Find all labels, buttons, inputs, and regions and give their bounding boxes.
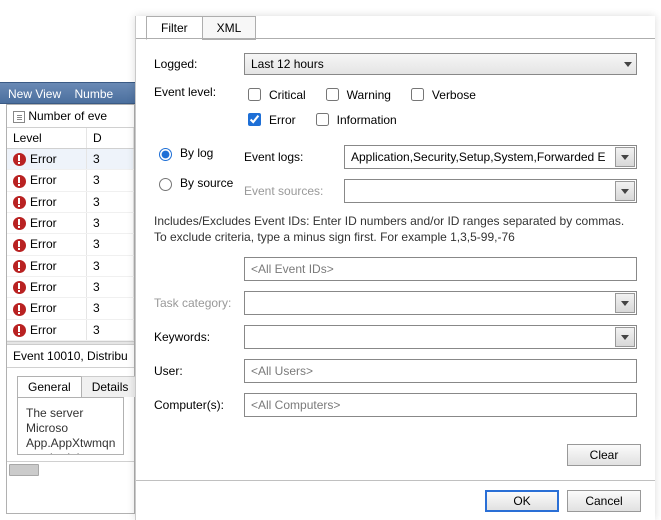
- col-level[interactable]: Level: [7, 128, 87, 148]
- computers-label: Computer(s):: [154, 398, 244, 412]
- tab-general[interactable]: General: [17, 376, 82, 397]
- grid-header: Level D: [7, 128, 134, 149]
- error-icon: [13, 303, 26, 316]
- tab-xml[interactable]: XML: [202, 16, 257, 40]
- user-input[interactable]: [244, 359, 637, 383]
- chevron-down-icon[interactable]: [615, 327, 635, 347]
- error-icon: [13, 281, 26, 294]
- error-icon: [13, 239, 26, 252]
- filter-bar: Number of eve: [7, 105, 134, 128]
- event-list-pane: Number of eve Level D Error3 Error3 Erro…: [6, 104, 135, 514]
- computers-input[interactable]: [244, 393, 637, 417]
- logged-combo[interactable]: Last 12 hours: [244, 53, 637, 75]
- grid-body: Error3 Error3 Error3 Error3 Error3 Error…: [7, 149, 134, 341]
- event-logs-label: Event logs:: [244, 150, 334, 164]
- logged-label: Logged:: [154, 57, 244, 71]
- col-d[interactable]: D: [87, 128, 134, 148]
- radio-by-source[interactable]: By source: [154, 175, 244, 191]
- chk-verbose[interactable]: Verbose: [407, 85, 476, 104]
- chk-critical[interactable]: Critical: [244, 85, 306, 104]
- error-icon: [13, 324, 26, 337]
- event-sources-combo[interactable]: [344, 179, 637, 203]
- keywords-combo[interactable]: [244, 325, 637, 349]
- clear-button[interactable]: Clear: [567, 444, 641, 466]
- help-text: Includes/Excludes Event IDs: Enter ID nu…: [154, 213, 637, 245]
- event-logs-combo[interactable]: Application,Security,Setup,System,Forwar…: [344, 145, 637, 169]
- keywords-label: Keywords:: [154, 330, 244, 344]
- chk-information[interactable]: Information: [312, 110, 397, 129]
- filter-text: Number of eve: [28, 109, 107, 123]
- detail-tabs: General Details: [7, 368, 134, 397]
- dialog-tabs: Filter XML: [146, 16, 255, 40]
- tab-filter[interactable]: Filter: [146, 16, 203, 40]
- table-row[interactable]: Error3: [7, 170, 134, 191]
- chk-error[interactable]: Error: [244, 110, 296, 129]
- chevron-down-icon[interactable]: [615, 181, 635, 201]
- h-scrollbar[interactable]: [7, 461, 134, 478]
- chevron-down-icon[interactable]: [615, 147, 635, 167]
- detail-header: Event 10010, Distribu: [7, 345, 134, 368]
- table-row[interactable]: Error3: [7, 149, 134, 170]
- error-icon: [13, 196, 26, 209]
- table-row[interactable]: Error3: [7, 234, 134, 255]
- ok-button[interactable]: OK: [485, 490, 559, 512]
- table-row[interactable]: Error3: [7, 277, 134, 298]
- table-row[interactable]: Error3: [7, 256, 134, 277]
- tab-details[interactable]: Details: [81, 376, 140, 397]
- scroll-thumb[interactable]: [9, 464, 39, 476]
- filter-panel: Logged: Last 12 hours Event level: Criti…: [136, 38, 655, 476]
- new-view-link[interactable]: New View: [8, 83, 61, 105]
- viewer-toolbar: New View Numbe: [0, 82, 135, 104]
- error-icon: [13, 217, 26, 230]
- chk-warning[interactable]: Warning: [322, 85, 391, 104]
- filter-icon: [13, 111, 25, 123]
- dialog-footer: OK Cancel: [136, 480, 655, 520]
- chevron-down-icon: [624, 62, 632, 67]
- error-icon: [13, 175, 26, 188]
- table-row[interactable]: Error3: [7, 213, 134, 234]
- user-label: User:: [154, 364, 244, 378]
- chevron-down-icon[interactable]: [615, 293, 635, 313]
- task-category-combo[interactable]: [244, 291, 637, 315]
- radio-by-log[interactable]: By log: [154, 145, 244, 161]
- table-row[interactable]: Error3: [7, 320, 134, 341]
- detail-body: The server Microso App.AppXtwmqn require…: [17, 397, 124, 455]
- error-icon: [13, 260, 26, 273]
- table-row[interactable]: Error3: [7, 298, 134, 319]
- event-ids-input[interactable]: [244, 257, 637, 281]
- logged-value: Last 12 hours: [251, 57, 324, 71]
- cancel-button[interactable]: Cancel: [567, 490, 641, 512]
- event-sources-label: Event sources:: [244, 184, 334, 198]
- task-category-label: Task category:: [154, 296, 244, 310]
- number-label: Numbe: [74, 83, 113, 105]
- table-row[interactable]: Error3: [7, 192, 134, 213]
- event-level-label: Event level:: [154, 85, 244, 99]
- filter-dialog: Filter XML Logged: Last 12 hours Event l…: [135, 16, 655, 520]
- error-icon: [13, 153, 26, 166]
